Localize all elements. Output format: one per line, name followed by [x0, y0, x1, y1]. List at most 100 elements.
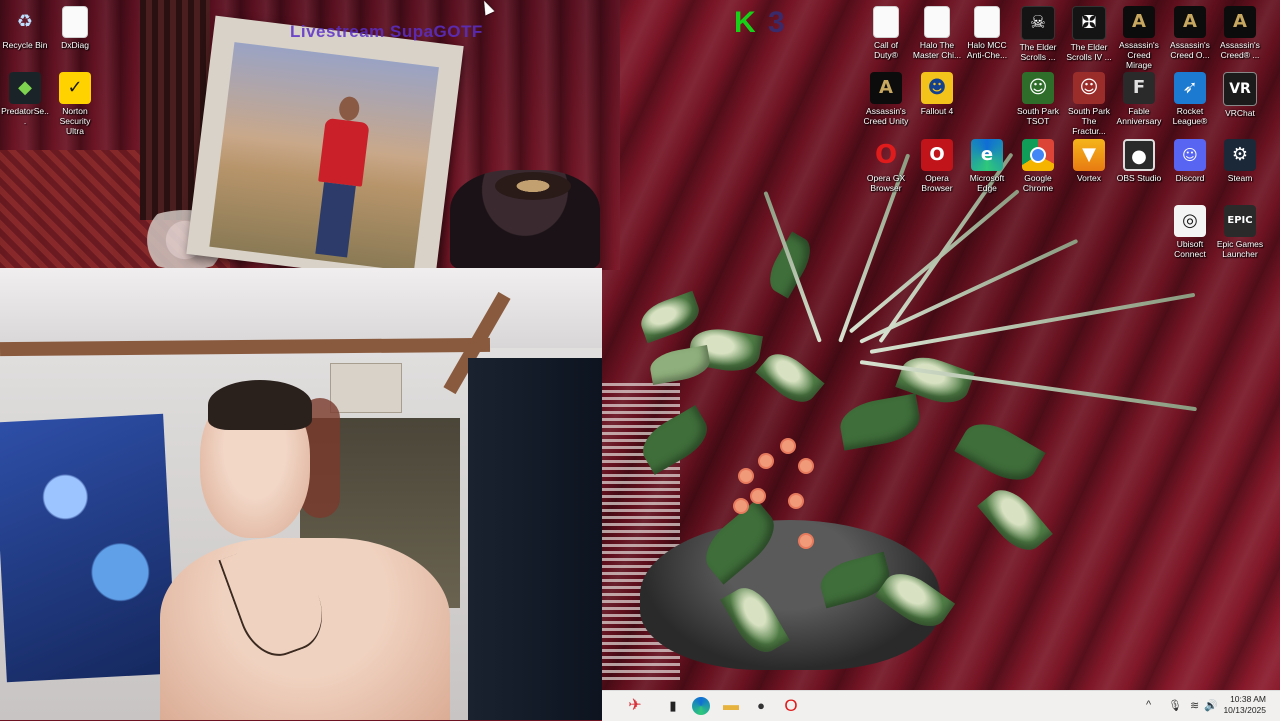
desktop-icon[interactable]: F Fable Anniversary	[1114, 72, 1164, 126]
desktop-icon[interactable]: VR VRChat	[1215, 72, 1265, 118]
start-button[interactable]: ✈	[624, 695, 646, 717]
desktop-icon-label: Rocket League®	[1172, 106, 1208, 126]
task-view-icon[interactable]: ▮	[662, 695, 684, 717]
plant-flower	[790, 495, 802, 507]
chrome-icon	[1022, 139, 1054, 171]
opera-gx-icon: O	[874, 140, 898, 170]
desktop-icon-label: Fallout 4	[920, 106, 954, 116]
fallout-icon: ☻	[921, 72, 953, 104]
taskbar-clock[interactable]: 10:38 AM 10/13/2025	[1223, 694, 1266, 716]
oblivion-icon: ✠	[1072, 6, 1106, 40]
plant-leaf	[977, 480, 1053, 560]
desktop-icon[interactable]: Halo The Master Chi...	[912, 6, 962, 60]
assassins-creed-icon: A	[870, 72, 902, 104]
desktop-icon-label: Vortex	[1076, 173, 1102, 183]
desktop-icon[interactable]: ➶ Rocket League®	[1165, 72, 1215, 126]
clock-date: 10/13/2025	[1223, 705, 1266, 715]
plant-flower	[740, 470, 752, 482]
desktop-icon[interactable]: ◎ Ubisoft Connect	[1165, 205, 1215, 259]
webcam-doorway	[468, 358, 602, 720]
desktop-icon[interactable]: ⚙ Steam	[1215, 139, 1265, 183]
plant-flower	[800, 535, 812, 547]
plant-leaf	[954, 412, 1046, 492]
desktop-icon-label: Assassin's Creed® ...	[1220, 40, 1260, 60]
assassins-creed-icon: A	[1123, 6, 1155, 38]
volume-icon[interactable]: 🔊	[1204, 699, 1218, 712]
desktop-icon-label: Fable Anniversary	[1116, 106, 1162, 126]
plant-leaf	[755, 344, 825, 412]
framed-person	[309, 94, 372, 258]
logo-letter: K	[734, 6, 758, 39]
plant-flower	[800, 460, 812, 472]
recycle-bin-icon: ♻	[16, 11, 34, 32]
desktop-icon[interactable]: ✓ Norton Security Ultra	[50, 72, 100, 136]
plant-flower	[782, 440, 794, 452]
desktop-icon-label: Google Chrome	[1022, 173, 1054, 193]
desktop-icon[interactable]: Google Chrome	[1013, 139, 1063, 193]
stream-logo: K 3	[734, 6, 794, 40]
desktop-icon[interactable]: ◆ PredatorSe...	[0, 72, 50, 126]
taskbar-file-explorer-icon[interactable]: ▬	[720, 695, 742, 717]
tray-chevron-icon[interactable]: ^	[1146, 699, 1151, 711]
south-park-icon: ☺	[1073, 72, 1105, 104]
desktop-icon[interactable]: ☻ Fallout 4	[912, 72, 962, 116]
clock-time: 10:38 AM	[1230, 694, 1266, 704]
desktop-icon[interactable]: DxDiag	[50, 6, 100, 50]
plant-flower	[735, 500, 747, 512]
stream-watermark: Livestream SupaGOTF	[290, 22, 483, 41]
desktop-icon-label: VRChat	[1225, 108, 1255, 118]
desktop-icon-label: Assassin's Creed O...	[1170, 40, 1210, 60]
document-icon	[873, 6, 899, 38]
microphone-icon[interactable]: 🎙	[1168, 699, 1182, 712]
desktop-icon[interactable]: ☠ The Elder Scrolls ...	[1013, 6, 1063, 62]
plant-blade	[869, 292, 1196, 354]
desktop-icon[interactable]: ✠ The Elder Scrolls IV ...	[1064, 6, 1114, 62]
desktop-icon[interactable]: ☺ Discord	[1165, 139, 1215, 183]
desktop-icon-label: DxDiag	[61, 40, 89, 50]
desktop-icon-label: OBS Studio	[1116, 173, 1162, 183]
desktop-icon-label: The Elder Scrolls IV ...	[1066, 42, 1112, 62]
webcam-beam	[0, 337, 491, 357]
desktop-icon-label: Recycle Bin	[2, 40, 48, 50]
desktop-icon-label: Discord	[1175, 173, 1205, 183]
document-icon	[974, 6, 1000, 38]
desktop-icon-label: Halo MCC Anti-Che...	[966, 40, 1008, 60]
desktop-icon[interactable]: e Microsoft Edge	[962, 139, 1012, 193]
desktop-icon-label: Microsoft Edge	[969, 173, 1005, 193]
webcam-person-cap	[208, 380, 312, 430]
desktop-icon[interactable]: O Opera GX Browser	[861, 139, 911, 193]
desktop-icon[interactable]: ● OBS Studio	[1114, 139, 1164, 183]
taskbar-edge-icon[interactable]	[692, 697, 710, 715]
desktop-icon[interactable]: O Opera Browser	[912, 139, 962, 193]
desktop-icon[interactable]: ♻ Recycle Bin	[0, 6, 50, 50]
wifi-icon[interactable]: ≋	[1190, 699, 1199, 712]
desktop-icon[interactable]: A Assassin's Creed Unity	[861, 72, 911, 126]
desktop-icon[interactable]: ▼ Vortex	[1064, 139, 1114, 183]
obs-icon: ●	[1123, 139, 1155, 171]
desktop-icon[interactable]: EPIC Epic Games Launcher	[1215, 205, 1265, 259]
webcam-feed	[0, 268, 602, 720]
desktop-icon[interactable]: ☺ South Park TSOT	[1013, 72, 1063, 126]
desktop-icon[interactable]: Halo MCC Anti-Che...	[962, 6, 1012, 60]
desktop-icon[interactable]: A Assassin's Creed® ...	[1215, 6, 1265, 60]
taskbar-opera-icon[interactable]: O	[780, 695, 802, 717]
webcam-poster	[330, 363, 402, 413]
desktop-icon-label: Steam	[1227, 173, 1253, 183]
plant-leaf	[836, 393, 924, 451]
desktop-icon-label: Ubisoft Connect	[1174, 239, 1206, 259]
desktop-icon[interactable]: ☺ South Park The Fractur...	[1064, 72, 1114, 136]
desktop-icon-label: PredatorSe...	[1, 106, 49, 126]
south-park-icon: ☺	[1022, 72, 1054, 104]
assassins-creed-icon: A	[1174, 6, 1206, 38]
vortex-icon: ▼	[1073, 139, 1105, 171]
desktop-icon[interactable]: A Assassin's Creed Mirage	[1114, 6, 1164, 70]
plant-flower	[760, 455, 772, 467]
wallpaper-photo-frame	[186, 15, 464, 285]
logo-number: 3	[768, 6, 787, 39]
desktop-icon-label: Norton Security Ultra	[59, 106, 91, 136]
taskbar-game-icon[interactable]: ●	[750, 695, 772, 717]
predator-sense-icon: ◆	[9, 72, 41, 104]
desktop-icon[interactable]: Call of Duty®	[861, 6, 911, 60]
desktop-icon[interactable]: A Assassin's Creed O...	[1165, 6, 1215, 60]
opera-icon: O	[921, 139, 953, 171]
